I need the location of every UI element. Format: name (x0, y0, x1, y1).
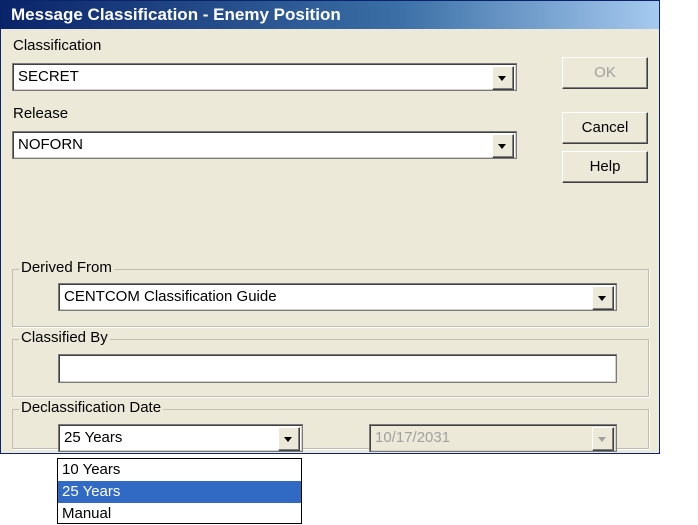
derived-from-select[interactable]: CENTCOM Classification Guide (58, 283, 617, 311)
classification-value: SECRET (18, 68, 79, 85)
window-title: Message Classification - Enemy Position (11, 5, 341, 24)
dropdown-option-manual[interactable]: Manual (58, 503, 301, 525)
derived-from-dropdown-button[interactable] (592, 286, 614, 310)
dropdown-option-10-years[interactable]: 10 Years (58, 459, 301, 481)
release-value: NOFORN (18, 136, 83, 153)
dialog-window: Message Classification - Enemy Position … (0, 0, 660, 454)
dropdown-option-25-years[interactable]: 25 Years (58, 481, 301, 503)
classified-by-input[interactable] (58, 354, 617, 383)
classification-select[interactable]: SECRET (12, 63, 517, 91)
chevron-down-icon (498, 76, 506, 81)
declassification-period-dropdown-button[interactable] (278, 427, 300, 451)
derived-from-legend: Derived From (19, 259, 114, 276)
declassification-date-dropdown-button (592, 427, 614, 451)
classification-label: Classification (13, 37, 102, 54)
derived-from-value: CENTCOM Classification Guide (64, 288, 277, 305)
title-bar: Message Classification - Enemy Position (1, 1, 659, 29)
declassification-period-dropdown-list: 10 Years 25 Years Manual (57, 458, 302, 524)
release-dropdown-button[interactable] (492, 134, 514, 158)
release-select[interactable]: NOFORN (12, 131, 517, 159)
chevron-down-icon (498, 144, 506, 149)
declassification-period-select[interactable]: 25 Years (58, 424, 303, 452)
declassification-date-select: 10/17/2031 (369, 424, 617, 452)
ok-button[interactable]: OK (562, 57, 648, 89)
release-label: Release (13, 105, 69, 122)
declassification-date-value: 10/17/2031 (375, 429, 451, 446)
declassification-period-value: 25 Years (64, 429, 123, 446)
declassification-legend: Declassification Date (19, 399, 164, 416)
cancel-button[interactable]: Cancel (562, 112, 648, 144)
chevron-down-icon (284, 437, 292, 442)
help-button[interactable]: Help (562, 151, 648, 183)
chevron-down-icon (598, 296, 606, 301)
classification-dropdown-button[interactable] (492, 66, 514, 90)
chevron-down-icon (598, 437, 606, 442)
classified-by-legend: Classified By (19, 329, 110, 346)
